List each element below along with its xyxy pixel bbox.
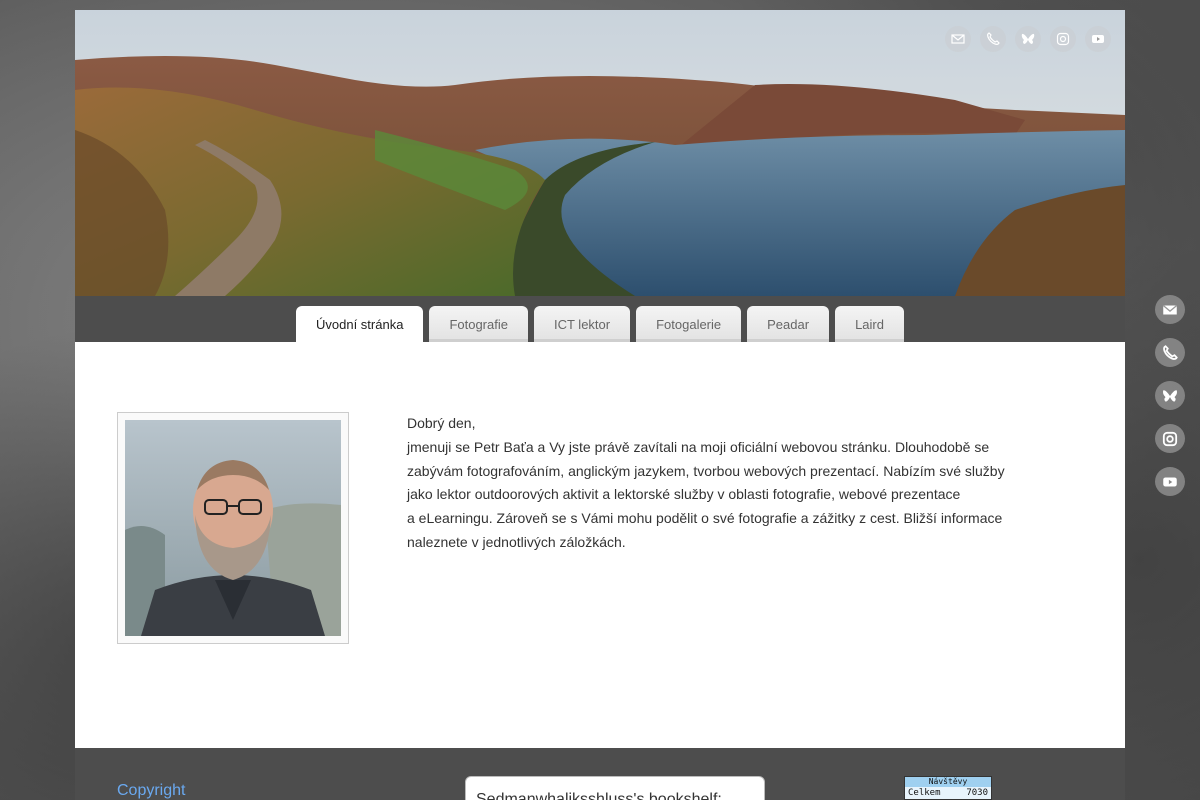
- bluesky-icon[interactable]: [1015, 26, 1041, 52]
- phone-icon[interactable]: [1155, 338, 1185, 367]
- instagram-icon[interactable]: [1155, 424, 1185, 453]
- intro-line: naleznete v jednotlivých záložkách.: [407, 533, 626, 550]
- greeting: Dobrý den,: [407, 415, 476, 431]
- tab-uvodni-stranka[interactable]: Úvodní stránka: [296, 306, 424, 342]
- phone-icon[interactable]: [980, 26, 1006, 52]
- tab-peadar[interactable]: Peadar: [747, 306, 830, 342]
- intro-line: jmenuji se Petr Baťa a Vy jste právě zav…: [407, 438, 990, 455]
- header-banner: [75, 10, 1125, 296]
- profile-photo-frame: [117, 412, 349, 644]
- landscape-photo: [75, 10, 1125, 296]
- visit-counter: Návštěvy Celkem 7030: [904, 776, 992, 800]
- tab-ict-lektor[interactable]: ICT lektor: [533, 306, 631, 342]
- bluesky-icon[interactable]: [1155, 381, 1185, 410]
- footer: Copyright Sedmanwhaliksshluss's bookshel…: [75, 748, 1125, 800]
- youtube-icon[interactable]: [1155, 467, 1185, 496]
- main-content: Dobrý den, jmenuji se Petr Baťa a Vy jst…: [75, 342, 1125, 748]
- top-social-icons: [945, 26, 1111, 52]
- tab-fotografie[interactable]: Fotografie: [429, 306, 528, 342]
- page-container: Úvodní stránka Fotografie ICT lektor Fot…: [75, 10, 1125, 800]
- counter-row: Celkem 7030: [905, 787, 991, 799]
- main-nav: Úvodní stránka Fotografie ICT lektor Fot…: [75, 296, 1125, 342]
- counter-value: 7030: [966, 788, 988, 798]
- intro-line: zabývám fotografováním, anglickým jazyke…: [407, 462, 1005, 479]
- bookshelf-widget[interactable]: Sedmanwhaliksshluss's bookshelf:: [465, 776, 765, 800]
- counter-label: Celkem: [908, 788, 941, 798]
- side-social-icons: [1155, 295, 1185, 496]
- intro-line: a eLearningu. Zároveň se s Vámi mohu pod…: [407, 510, 1003, 527]
- intro-text: Dobrý den, jmenuji se Petr Baťa a Vy jst…: [407, 412, 1017, 555]
- youtube-icon[interactable]: [1085, 26, 1111, 52]
- email-icon[interactable]: [945, 26, 971, 52]
- intro-line: jako lektor outdoorových aktivit a lekto…: [407, 486, 961, 503]
- profile-photo: [125, 420, 341, 636]
- instagram-icon[interactable]: [1050, 26, 1076, 52]
- tab-laird[interactable]: Laird: [835, 306, 904, 342]
- email-icon[interactable]: [1155, 295, 1185, 324]
- tab-fotogalerie[interactable]: Fotogalerie: [636, 306, 742, 342]
- counter-title: Návštěvy: [905, 777, 991, 787]
- copyright-link[interactable]: Copyright: [117, 782, 185, 800]
